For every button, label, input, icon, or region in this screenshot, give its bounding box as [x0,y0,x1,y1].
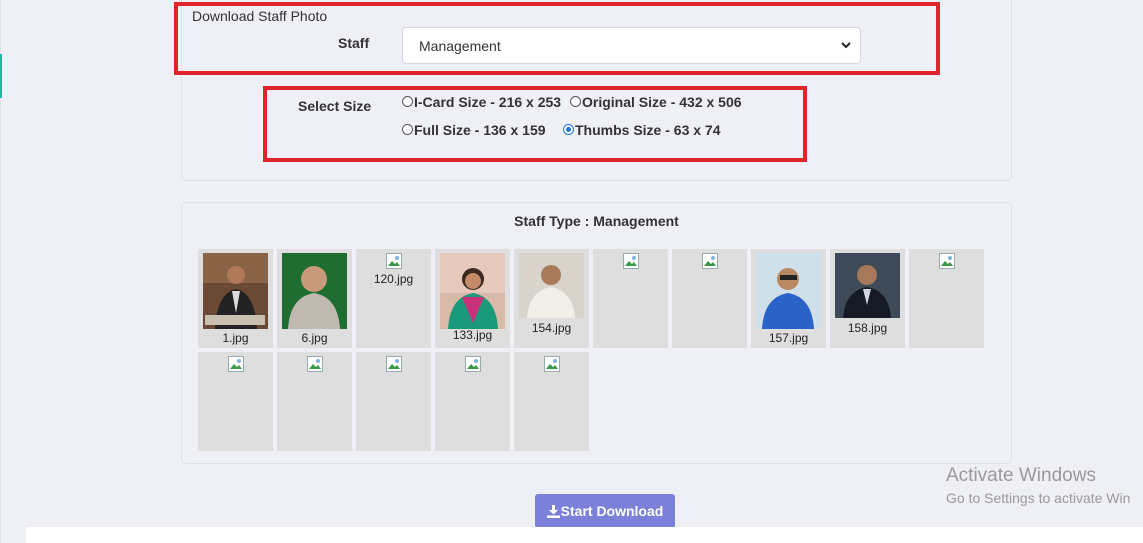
staff-photo [203,253,268,329]
photo-tile[interactable] [909,249,984,348]
broken-image-icon [939,253,955,269]
photo-tile[interactable]: 120.jpg [356,249,431,348]
start-download-label: Start Download [560,503,664,519]
staff-photo [756,253,821,329]
photo-filename: 157.jpg [768,331,809,345]
photo-tile[interactable] [277,352,352,451]
highlight-box-staff [174,2,940,75]
photo-filename: 154.jpg [531,321,572,335]
photo-filename: 6.jpg [301,331,328,345]
activate-windows-subtitle: Go to Settings to activate Win [946,490,1131,506]
activate-windows-title: Activate Windows [946,465,1096,486]
broken-image-icon [702,253,718,269]
photo-tile[interactable]: 133.jpg [435,249,510,348]
photo-filename: 120.jpg [373,272,414,286]
gallery-title: Staff Type : Management [514,213,679,229]
staff-photo [519,253,584,318]
broken-image-icon [307,356,323,372]
footer-strip [26,527,1143,543]
photo-tile[interactable] [356,352,431,451]
photo-tile[interactable]: 154.jpg [514,249,589,348]
staff-photo [835,253,900,318]
download-icon [546,504,560,518]
photo-tile[interactable]: 158.jpg [830,249,905,348]
broken-image-icon [544,356,560,372]
photo-tile[interactable]: 6.jpg [277,249,352,348]
broken-image-icon [623,253,639,269]
photo-tile[interactable] [514,352,589,451]
photo-tile[interactable] [593,249,668,348]
photo-tile[interactable] [198,352,273,451]
broken-image-icon [465,356,481,372]
broken-image-icon [386,356,402,372]
left-accent-bar [0,54,2,98]
broken-image-icon [386,253,402,269]
broken-image-icon [228,356,244,372]
photo-tile[interactable]: 1.jpg [198,249,273,348]
photo-filename: 1.jpg [222,331,249,345]
staff-photo [282,253,347,329]
photo-filename: 158.jpg [847,321,888,335]
staff-photo [440,253,505,329]
photo-tile[interactable] [672,249,747,348]
photo-tile[interactable]: 157.jpg [751,249,826,348]
photo-tile[interactable] [435,352,510,451]
start-download-button[interactable]: Start Download [535,494,675,528]
photo-filename: 133.jpg [452,328,493,342]
highlight-box-size [263,86,807,162]
